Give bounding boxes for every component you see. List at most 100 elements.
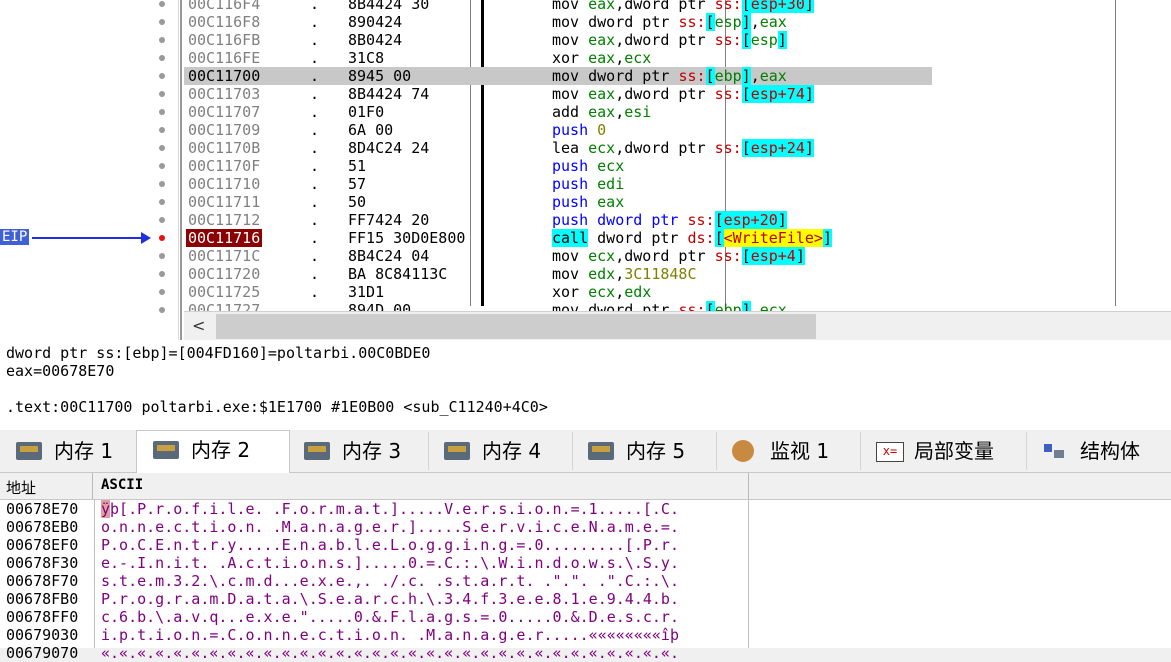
instruction-text: mov dword ptr ss:[ebp],eax xyxy=(552,67,787,85)
instruction-bytes: 31C8 xyxy=(348,49,385,67)
disasm-row[interactable]: 00C11720. BA 8C84113C mov edx,3C11848C xyxy=(184,265,932,283)
header-divider[interactable] xyxy=(748,473,749,499)
breakpoint-dot[interactable] xyxy=(159,253,165,259)
breakpoint-dot[interactable] xyxy=(159,271,165,277)
breakpoint-dot[interactable] xyxy=(159,181,165,187)
disasm-row[interactable]: 00C11700. 8945 00 mov dword ptr ss:[ebp],e… xyxy=(184,67,932,85)
asm-token: ecx xyxy=(597,157,625,175)
asm-token: ] xyxy=(804,0,814,13)
breakpoint-dot[interactable] xyxy=(159,127,165,133)
tab-label: 内存 3 xyxy=(342,439,402,463)
instruction-address: 00C11709 xyxy=(188,121,261,139)
dump-address: 00678EB0 xyxy=(6,518,79,536)
disassembly-pane[interactable]: EIP 00C116F4. 8B4424 30 mov eax,dword ptr … xyxy=(0,0,1171,340)
asm-token: dword ptr xyxy=(588,229,688,247)
disasm-row[interactable]: 00C1170B. 8D4C24 24 lea ecx,dword ptr ss:[… xyxy=(184,139,932,157)
tab-5[interactable]: 内存 5 xyxy=(572,432,717,470)
disasm-row[interactable]: 00C11712. FF7424 20 push dword ptr ss:[esp… xyxy=(184,211,932,229)
selected-byte[interactable]: ÿ xyxy=(101,500,111,518)
tab-8[interactable]: 结构体 xyxy=(1026,432,1171,470)
disasm-row[interactable]: 00C11711. 50 push eax xyxy=(184,193,932,211)
instruction-address: 00C11711 xyxy=(188,193,261,211)
dump-address: 00678FF0 xyxy=(6,608,79,626)
breakpoint-dot[interactable] xyxy=(159,91,165,97)
disasm-row[interactable]: 00C11709. 6A 00 push 0 xyxy=(184,121,932,139)
header-divider[interactable] xyxy=(92,473,93,499)
disasm-row[interactable]: 00C116F4. 8B4424 30 mov eax,dword ptr ss:[… xyxy=(184,0,932,13)
breakpoint-dot[interactable] xyxy=(159,163,165,169)
scrollbar-thumb[interactable] xyxy=(216,314,816,339)
ascii-text: o.n.n.e.c.t.i.o.n. .M.a.n.a.g.e.r.].....… xyxy=(101,518,679,536)
instruction-address: 00C11710 xyxy=(188,175,261,193)
breakpoint-dot[interactable] xyxy=(159,55,165,61)
column-divider xyxy=(748,499,749,648)
instruction-text: call dword ptr ds:[<WriteFile>] xyxy=(552,229,832,247)
scroll-left-arrow[interactable]: < xyxy=(192,316,205,335)
instruction-text: mov eax,dword ptr ss:[esp+30] xyxy=(552,0,814,13)
tab-1[interactable]: 内存 1 xyxy=(0,432,137,470)
dump-ascii: P.r.o.g.r.a.m.D.a.t.a.\.S.e.a.r.c.h.\.3.… xyxy=(101,590,679,608)
asm-token: ,dword ptr xyxy=(615,139,715,157)
disasm-row[interactable]: 00C11710. 57 push edi xyxy=(184,175,932,193)
asm-token: ] xyxy=(741,13,751,31)
asm-token: edx xyxy=(588,265,616,283)
tab-label: 内存 4 xyxy=(482,439,542,463)
disasm-row[interactable]: 00C116FB. 8B0424 mov eax,dword ptr ss:[esp… xyxy=(184,31,932,49)
instruction-text: mov eax,dword ptr ss:[esp+74] xyxy=(552,85,814,103)
disassembly-code[interactable]: 00C116F4. 8B4424 30 mov eax,dword ptr ss:[… xyxy=(184,0,1116,319)
column-header-address[interactable]: 地址 xyxy=(6,477,36,498)
instruction-bytes: 6A 00 xyxy=(348,121,394,139)
disasm-row[interactable]: 00C11707. 01F0 add eax,esi xyxy=(184,103,932,121)
asm-token: [ xyxy=(741,139,751,157)
breakpoint-dot[interactable] xyxy=(159,199,165,205)
asm-token: , xyxy=(615,265,625,283)
instruction-marker: . xyxy=(310,283,320,301)
breakpoint-dot[interactable] xyxy=(159,307,165,313)
tab-2[interactable]: 内存 2 xyxy=(136,430,290,473)
disasm-row[interactable]: 00C1171C. 8B4C24 04 mov ecx,dword ptr ss:[… xyxy=(184,247,932,265)
tab-3[interactable]: 内存 3 xyxy=(288,432,429,470)
asm-token: push xyxy=(552,193,598,211)
asm-token: esp xyxy=(750,31,778,49)
eip-label: EIP xyxy=(0,229,30,245)
column-header-ascii[interactable]: ASCII xyxy=(101,477,143,493)
memory-dump-pane[interactable]: 地址 ASCII 00678E70 ÿþ[.P.r.o.f.i.l.e. .F.o… xyxy=(0,473,1171,662)
disasm-row[interactable]: 00C11725. 31D1 xor ecx,edx xyxy=(184,283,932,301)
tab-6[interactable]: 监视 1 xyxy=(716,432,861,470)
instruction-bytes: 57 xyxy=(348,175,367,193)
asm-token: ss: xyxy=(714,85,742,103)
instruction-text: push edi xyxy=(552,175,624,193)
asm-token: , xyxy=(615,103,625,121)
breakpoint-dot-current[interactable] xyxy=(159,235,165,241)
disasm-row[interactable]: 00C116F8. 890424 mov dword ptr ss:[esp],ea… xyxy=(184,13,932,31)
instruction-text: push ecx xyxy=(552,157,624,175)
disasm-row[interactable]: 00C11716. FF15 30D0E800 call dword ptr ds:… xyxy=(184,229,932,247)
disasm-row[interactable]: 00C11703. 8B4424 74 mov eax,dword ptr ss:[… xyxy=(184,85,932,103)
instruction-text: xor ecx,edx xyxy=(552,283,651,301)
disasm-row[interactable]: 00C116FE. 31C8 xor eax,ecx xyxy=(184,49,932,67)
breakpoint-dot[interactable] xyxy=(159,217,165,223)
breakpoint-dot[interactable] xyxy=(159,73,165,79)
dump-address: 00678F30 xyxy=(6,554,79,572)
instruction-marker: . xyxy=(310,85,320,103)
breakpoint-dot[interactable] xyxy=(159,37,165,43)
asm-token: mov dword ptr xyxy=(552,13,679,31)
breakpoint-dot[interactable] xyxy=(159,109,165,115)
horizontal-scrollbar[interactable]: < xyxy=(184,311,1171,340)
instruction-bytes: FF15 30D0E800 xyxy=(348,229,466,247)
breakpoint-dot[interactable] xyxy=(159,1,165,7)
tab-7[interactable]: x= 局部变量 xyxy=(860,432,1027,470)
asm-token: push xyxy=(552,157,598,175)
asm-token: ,dword ptr xyxy=(615,31,715,49)
dump-ascii: P.o.C.E.n.t.r.y.....E.n.a.b.l.e.L.o.g.g.… xyxy=(101,536,679,554)
asm-token: ] xyxy=(795,247,805,265)
breakpoint-dot[interactable] xyxy=(159,289,165,295)
instruction-text: add eax,esi xyxy=(552,103,651,121)
instruction-address: 00C1171C xyxy=(188,247,261,265)
tab-4[interactable]: 内存 4 xyxy=(428,432,573,470)
instruction-text: push 0 xyxy=(552,121,606,139)
instruction-bytes: 31D1 xyxy=(348,283,385,301)
breakpoint-dot[interactable] xyxy=(159,145,165,151)
disasm-row[interactable]: 00C1170F. 51 push ecx xyxy=(184,157,932,175)
breakpoint-dot[interactable] xyxy=(159,19,165,25)
